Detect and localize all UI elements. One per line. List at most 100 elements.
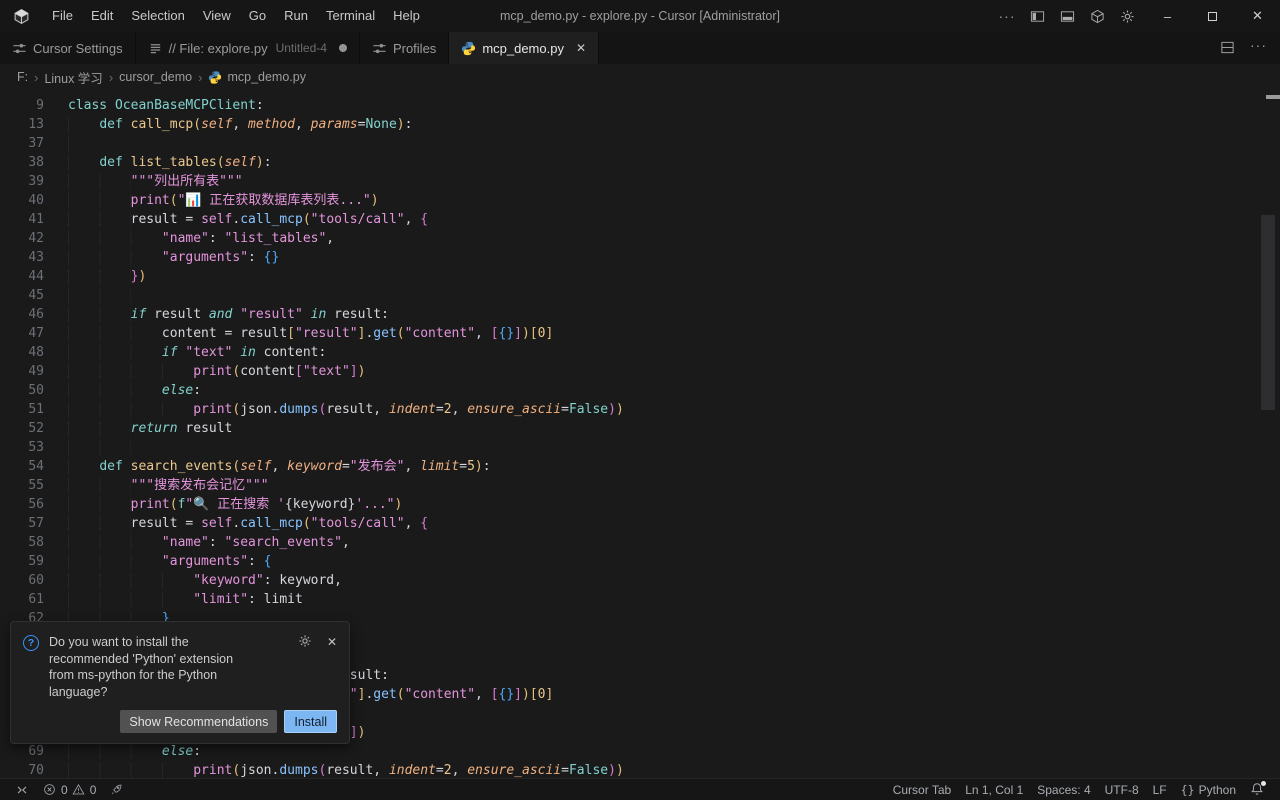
split-editor-icon[interactable] (1220, 40, 1236, 56)
code-line-53[interactable]: 53 (0, 438, 1280, 457)
code-line-39[interactable]: 39 """列出所有表""" (0, 172, 1280, 191)
status-eol[interactable]: LF (1146, 779, 1174, 800)
cursor-window: FileEditSelectionViewGoRunTerminalHelp m… (0, 0, 1280, 800)
status-indentation[interactable]: Spaces: 4 (1030, 779, 1097, 800)
code-line-50[interactable]: 50 else: (0, 381, 1280, 400)
code-line-13[interactable]: 13 def call_mcp(self, method, params=Non… (0, 115, 1280, 134)
code-line-61[interactable]: 61 "limit": limit (0, 590, 1280, 609)
sliders-icon (12, 41, 27, 56)
code-line-51[interactable]: 51 print(json.dumps(result, indent=2, en… (0, 400, 1280, 419)
notification-buttons: Show Recommendations Install (23, 710, 337, 733)
notification-settings-gear-icon[interactable] (298, 634, 313, 649)
code-line-55[interactable]: 55 """搜索发布会记忆""" (0, 476, 1280, 495)
file-lines-icon (148, 41, 163, 56)
code-text: """列出所有表""" (44, 172, 243, 191)
code-line-40[interactable]: 40 print("📊 正在获取数据库表列表...") (0, 191, 1280, 210)
modified-dot-icon (339, 44, 347, 52)
cursor-ai-pane-icon[interactable] (1089, 8, 1105, 24)
line-number: 9 (0, 96, 44, 115)
code-line-43[interactable]: 43 "arguments": {} (0, 248, 1280, 267)
tab-explore-py[interactable]: // File: explore.pyUntitled-4 (136, 32, 360, 64)
breadcrumb-item[interactable]: Linux 学习 (44, 68, 102, 87)
status-cursor-position[interactable]: Ln 1, Col 1 (958, 779, 1030, 800)
maximize-button[interactable] (1190, 0, 1235, 32)
tab-detail: Untitled-4 (276, 41, 327, 55)
notification-close-icon[interactable]: ✕ (327, 635, 337, 649)
bell-icon (1250, 782, 1265, 797)
status-encoding[interactable]: UTF-8 (1098, 779, 1146, 800)
menu-help[interactable]: Help (384, 0, 429, 32)
code-line-59[interactable]: 59 "arguments": { (0, 552, 1280, 571)
code-text: "limit": limit (44, 590, 303, 609)
code-line-52[interactable]: 52 return result (0, 419, 1280, 438)
minimize-button[interactable]: – (1145, 0, 1190, 32)
code-text: result = self.call_mcp("tools/call", { (44, 210, 428, 229)
status-cursor-tab[interactable]: Cursor Tab (886, 779, 958, 800)
problems-indicator[interactable]: 0 0 (36, 779, 103, 800)
code-line-46[interactable]: 46 if result and "result" in result: (0, 305, 1280, 324)
code-text: content = result["result"].get("content"… (44, 324, 553, 343)
line-number: 40 (0, 191, 44, 210)
status-language-mode[interactable]: {}Python (1174, 779, 1243, 800)
code-line-41[interactable]: 41 result = self.call_mcp("tools/call", … (0, 210, 1280, 229)
menu-file[interactable]: File (43, 0, 82, 32)
status-bar: 0 0 Cursor TabLn 1, Col 1Spaces: 4UTF-8L… (0, 778, 1280, 800)
line-number: 44 (0, 267, 44, 286)
tab-profiles[interactable]: Profiles (360, 32, 449, 64)
tab-cursor-settings[interactable]: Cursor Settings (0, 32, 136, 64)
code-line-54[interactable]: 54 def search_events(self, keyword="发布会"… (0, 457, 1280, 476)
menu-terminal[interactable]: Terminal (317, 0, 384, 32)
code-line-58[interactable]: 58 "name": "search_events", (0, 533, 1280, 552)
notification-message: Do you want to install the recommended '… (49, 634, 261, 700)
more-actions-icon[interactable]: ··· (999, 8, 1015, 24)
code-line-69[interactable]: 69 else: (0, 742, 1280, 761)
gear-icon[interactable] (1119, 8, 1135, 24)
layout-sidebar-icon[interactable] (1029, 8, 1045, 24)
code-line-44[interactable]: 44 }) (0, 267, 1280, 286)
breadcrumb: F:›Linux 学习›cursor_demo›mcp_demo.py (0, 64, 1280, 90)
line-number: 70 (0, 761, 44, 778)
breadcrumb-item[interactable]: F: (17, 70, 28, 84)
line-number: 39 (0, 172, 44, 191)
code-line-49[interactable]: 49 print(content["text"]) (0, 362, 1280, 381)
line-number: 41 (0, 210, 44, 229)
vertical-scrollbar[interactable] (1261, 215, 1275, 410)
code-line-45[interactable]: 45 (0, 286, 1280, 305)
cursor-logo-icon (13, 8, 30, 25)
close-tab-icon[interactable]: ✕ (576, 41, 586, 55)
status-bar-right: Cursor TabLn 1, Col 1Spaces: 4UTF-8LF{}P… (886, 779, 1272, 800)
code-text: if result and "result" in result: (44, 305, 389, 324)
menu-run[interactable]: Run (275, 0, 317, 32)
layout-panel-icon[interactable] (1059, 8, 1075, 24)
warning-count: 0 (90, 783, 97, 797)
code-line-42[interactable]: 42 "name": "list_tables", (0, 229, 1280, 248)
line-number: 69 (0, 742, 44, 761)
code-line-37[interactable]: 37 (0, 134, 1280, 153)
code-line-56[interactable]: 56 print(f"🔍 正在搜索 '{keyword}'...") (0, 495, 1280, 514)
notification-dot (1261, 781, 1266, 786)
launch-indicator[interactable] (103, 779, 131, 800)
install-button[interactable]: Install (284, 710, 337, 733)
code-text: "keyword": keyword, (44, 571, 342, 590)
status-notifications[interactable] (1243, 779, 1272, 800)
menu-view[interactable]: View (194, 0, 240, 32)
code-line-70[interactable]: 70 print(json.dumps(result, indent=2, en… (0, 761, 1280, 778)
code-line-9[interactable]: 9class OceanBaseMCPClient: (0, 96, 1280, 115)
menu-selection[interactable]: Selection (122, 0, 193, 32)
code-line-47[interactable]: 47 content = result["result"].get("conte… (0, 324, 1280, 343)
remote-indicator[interactable] (8, 779, 36, 800)
close-button[interactable]: ✕ (1235, 0, 1280, 32)
breadcrumb-item[interactable]: cursor_demo (119, 70, 192, 84)
more-editor-actions-icon[interactable]: ··· (1250, 40, 1266, 56)
code-text: print("📊 正在获取数据库表列表...") (44, 191, 379, 210)
code-line-38[interactable]: 38 def list_tables(self): (0, 153, 1280, 172)
show-recommendations-button[interactable]: Show Recommendations (120, 710, 277, 733)
menu-edit[interactable]: Edit (82, 0, 122, 32)
code-text: result = self.call_mcp("tools/call", { (44, 514, 428, 533)
breadcrumb-item[interactable]: mcp_demo.py (208, 70, 306, 84)
code-line-60[interactable]: 60 "keyword": keyword, (0, 571, 1280, 590)
menu-go[interactable]: Go (240, 0, 275, 32)
code-line-57[interactable]: 57 result = self.call_mcp("tools/call", … (0, 514, 1280, 533)
code-line-48[interactable]: 48 if "text" in content: (0, 343, 1280, 362)
tab-mcp-demo-py[interactable]: mcp_demo.py✕ (449, 32, 599, 64)
